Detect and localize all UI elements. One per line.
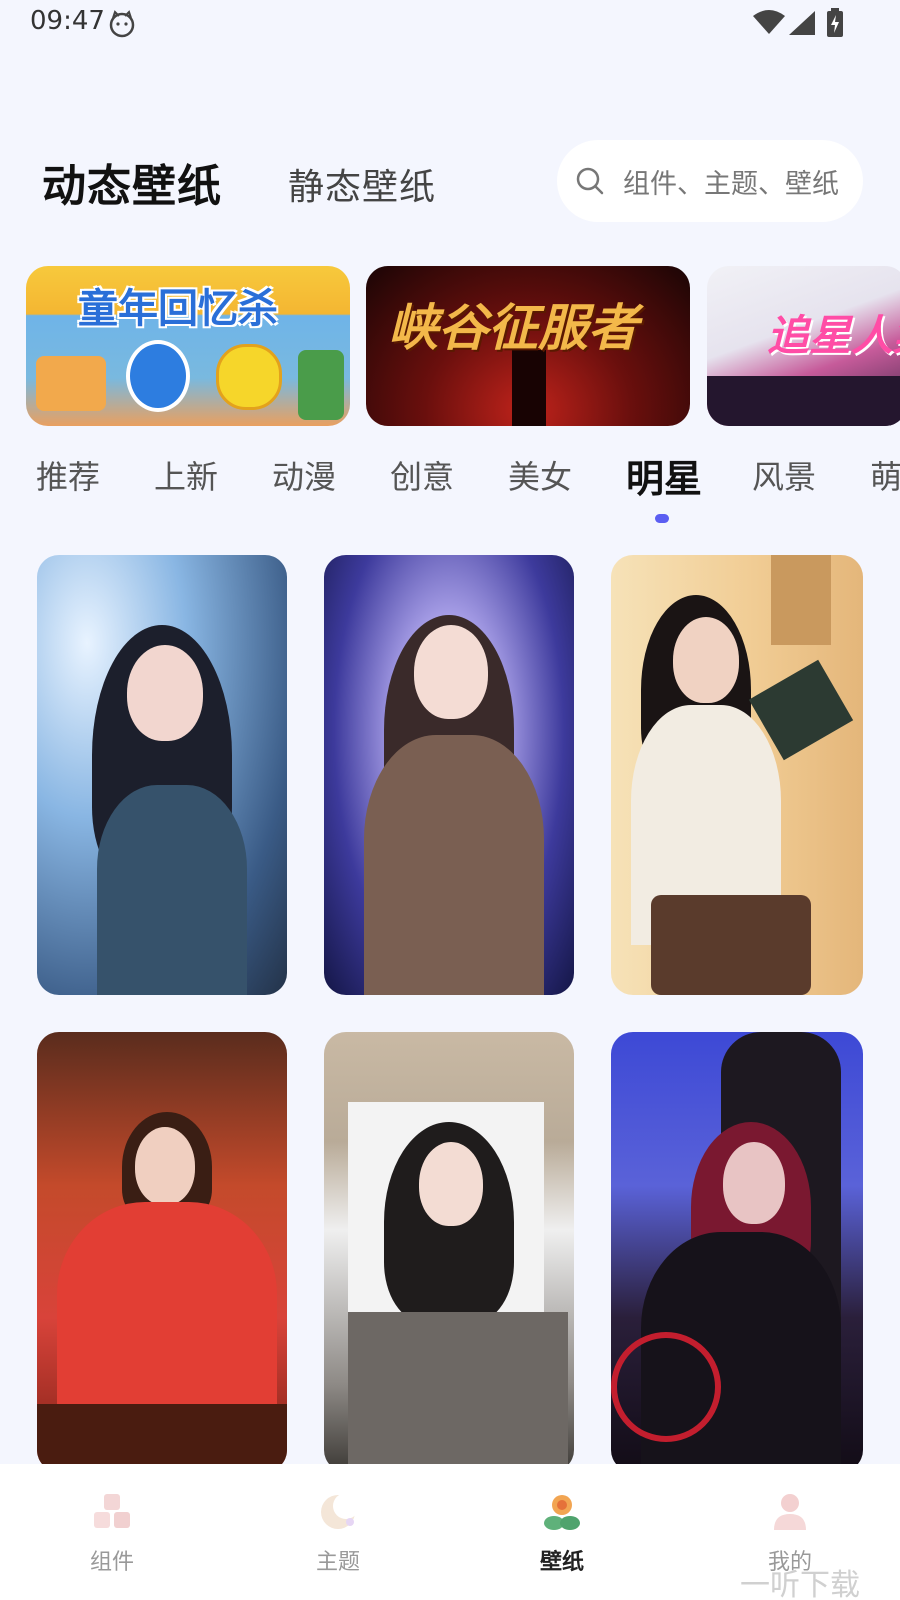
category-tab-new[interactable]: 上新 — [154, 452, 218, 498]
user-icon — [774, 1494, 806, 1530]
watermark: 一听下载 — [740, 1568, 860, 1600]
wallpaper-thumbnail[interactable] — [37, 1032, 287, 1472]
nav-label: 组件 — [89, 1550, 134, 1575]
banner-character-blue — [126, 340, 190, 412]
status-time: 09:47 — [30, 6, 105, 36]
wallpaper-thumbnail[interactable] — [324, 1032, 574, 1472]
banner-title: 童年回忆杀 — [78, 286, 278, 332]
banner-title: 峡谷征服者 — [388, 299, 638, 357]
wallpaper-thumbnail[interactable] — [611, 1032, 863, 1472]
banner-tower-shape — [512, 350, 546, 426]
battery-charging-icon — [827, 8, 843, 37]
banner-title: 追星人集 — [767, 311, 900, 360]
banner-toy-shape-right — [298, 350, 344, 420]
banner-crowd-shape — [707, 376, 900, 426]
banner-canyon[interactable]: 峡谷征服者 — [366, 266, 690, 426]
wallpaper-thumbnail[interactable] — [37, 555, 287, 995]
category-tab-beauty[interactable]: 美女 — [508, 452, 572, 498]
banner-fan[interactable]: 追星人集 — [707, 266, 900, 426]
wallpaper-thumbnail[interactable] — [324, 555, 574, 995]
moon-theme-icon — [321, 1493, 358, 1529]
flower-wallpaper-icon — [544, 1495, 580, 1530]
banner-character-yellow — [216, 344, 282, 410]
tab-static-wallpaper[interactable]: 静态壁纸 — [288, 158, 436, 210]
tab-dynamic-wallpaper[interactable]: 动态壁纸 — [42, 150, 222, 214]
nav-widgets[interactable]: 组件 — [52, 1464, 172, 1600]
category-tab-anime[interactable]: 动漫 — [272, 452, 336, 498]
nav-label: 主题 — [315, 1550, 360, 1575]
search-icon — [576, 167, 604, 195]
category-active-indicator — [655, 514, 669, 523]
status-bar: 09:47 — [0, 0, 900, 48]
nav-wallpapers[interactable]: 壁纸 — [502, 1464, 622, 1600]
signal-icon — [789, 11, 815, 35]
wallpaper-thumbnail[interactable] — [611, 555, 863, 995]
banner-toy-shape — [36, 356, 106, 411]
search-box[interactable]: 组件、主题、壁纸 — [557, 140, 863, 222]
nav-label: 壁纸 — [539, 1550, 584, 1575]
cat-notification-icon — [109, 10, 135, 38]
category-tab-scenery[interactable]: 风景 — [752, 452, 816, 498]
category-tab-cute[interactable]: 萌 — [870, 452, 900, 498]
search-placeholder: 组件、主题、壁纸 — [623, 168, 839, 200]
category-tab-recommend[interactable]: 推荐 — [36, 452, 100, 498]
blocks-icon — [94, 1494, 130, 1528]
nav-themes[interactable]: 主题 — [278, 1464, 398, 1600]
banner-childhood[interactable]: 童年回忆杀 — [26, 266, 350, 426]
category-tab-celebrity[interactable]: 明星 — [626, 448, 702, 503]
wifi-icon — [753, 10, 785, 34]
category-tab-creative[interactable]: 创意 — [390, 452, 454, 498]
